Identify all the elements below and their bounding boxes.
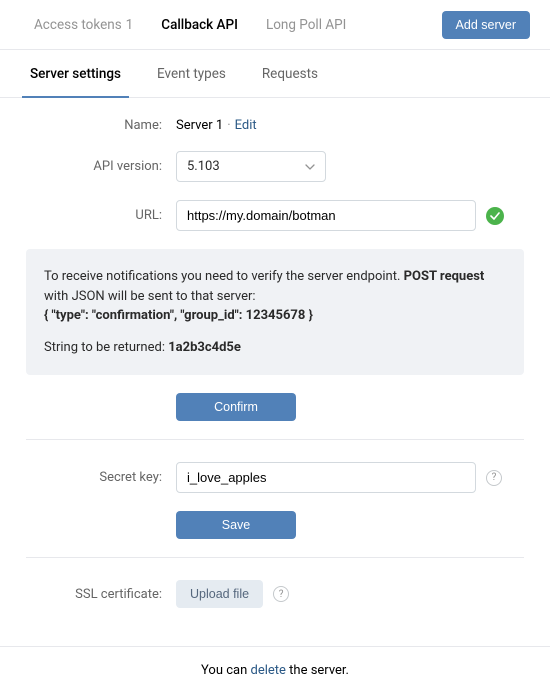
info-line1b: POST request [404, 269, 485, 284]
tab-long-poll-api[interactable]: Long Poll API [252, 0, 360, 50]
row-name: Name: Server 1 · Edit [26, 118, 524, 133]
ssl-label: SSL certificate: [26, 587, 176, 602]
url-label: URL: [26, 208, 176, 223]
row-ssl-certificate: SSL certificate: Upload file ? [26, 580, 524, 608]
name-label: Name: [26, 118, 176, 133]
row-secret-key: Secret key: ? [26, 462, 524, 493]
tab-access-tokens-label: Access tokens [34, 17, 122, 33]
form-area: Name: Server 1 · Edit API version: 5.103… [0, 98, 550, 646]
confirm-button[interactable]: Confirm [176, 393, 296, 421]
top-tabs: Access tokens 1 Callback API Long Poll A… [0, 0, 550, 50]
info-line2a: String to be returned: [44, 340, 168, 355]
tab-event-types[interactable]: Event types [149, 50, 234, 97]
check-success-icon [486, 207, 504, 225]
delete-server-link[interactable]: delete [251, 663, 286, 678]
server-name-value: Server 1 [176, 118, 223, 133]
api-version-value: 5.103 [187, 159, 220, 174]
api-version-select[interactable]: 5.103 [176, 151, 326, 182]
secret-key-input[interactable] [176, 462, 476, 493]
verification-info-box: To receive notifications you need to ver… [26, 249, 524, 375]
secret-key-label: Secret key: [26, 470, 176, 485]
row-url: URL: [26, 200, 524, 231]
info-line1c: with JSON will be sent to that server: [44, 289, 256, 304]
help-icon[interactable]: ? [486, 470, 502, 486]
divider [26, 439, 524, 440]
url-input[interactable] [176, 200, 476, 231]
tab-server-settings[interactable]: Server settings [22, 50, 129, 98]
edit-name-link[interactable]: Edit [235, 118, 257, 133]
row-save: Save [26, 511, 524, 539]
info-line2b: 1a2b3c4d5e [168, 340, 241, 355]
sub-tabs: Server settings Event types Requests [0, 50, 550, 98]
divider [26, 557, 524, 558]
tab-callback-api[interactable]: Callback API [147, 0, 252, 50]
upload-file-button[interactable]: Upload file [176, 580, 263, 608]
delete-server-footer: You can delete the server. [0, 646, 550, 694]
row-confirm: Confirm [26, 393, 524, 421]
row-api-version: API version: 5.103 [26, 151, 524, 182]
tab-access-tokens-badge: 1 [126, 17, 134, 33]
separator-dot: · [227, 118, 230, 133]
tab-access-tokens[interactable]: Access tokens 1 [20, 0, 147, 50]
chevron-down-icon [305, 162, 315, 172]
tab-callback-api-label: Callback API [161, 17, 238, 33]
add-server-button[interactable]: Add server [442, 11, 530, 39]
footer-suffix: the server. [286, 663, 349, 678]
tab-requests[interactable]: Requests [254, 50, 326, 97]
info-line1a: To receive notifications you need to ver… [44, 269, 404, 284]
info-json-sample: { "type": "confirmation", "group_id": 12… [44, 308, 313, 323]
tab-long-poll-api-label: Long Poll API [266, 17, 346, 33]
api-version-label: API version: [26, 159, 176, 174]
help-icon[interactable]: ? [273, 586, 289, 602]
save-button[interactable]: Save [176, 511, 296, 539]
footer-prefix: You can [201, 663, 250, 678]
